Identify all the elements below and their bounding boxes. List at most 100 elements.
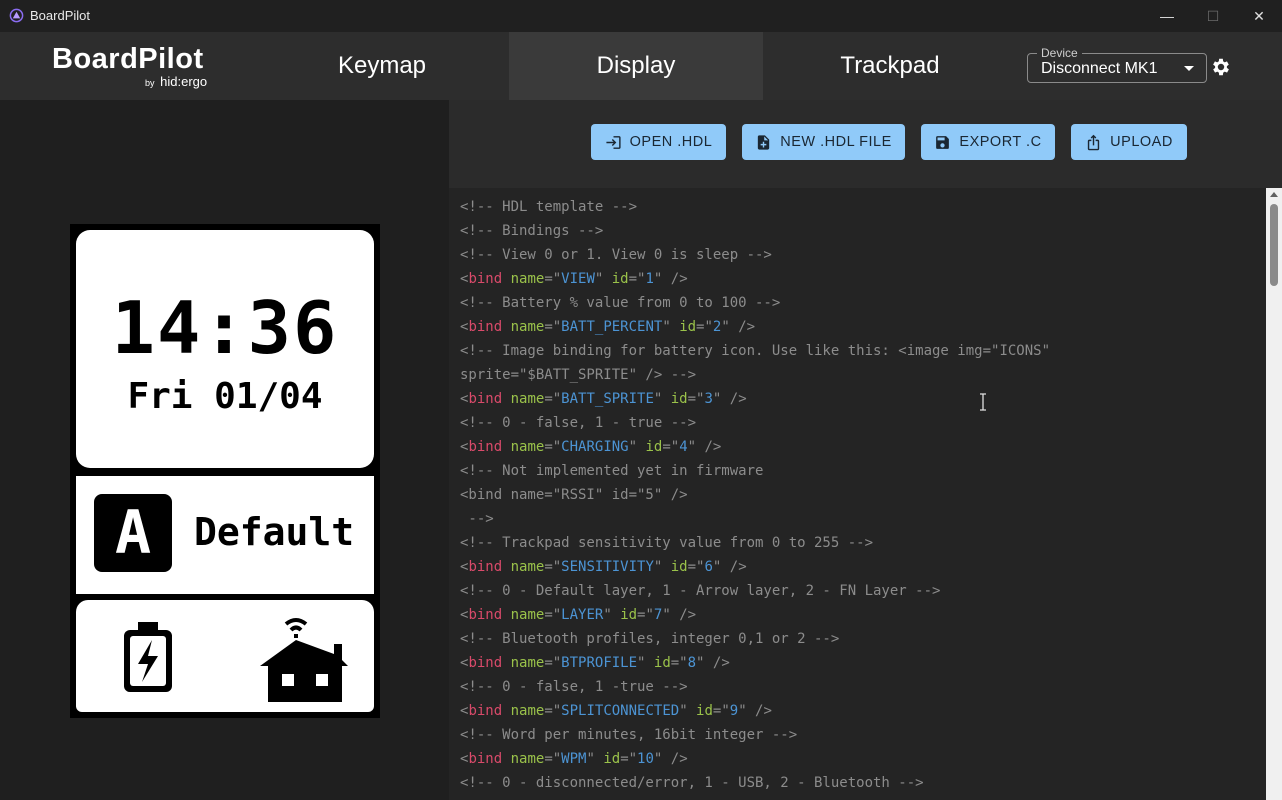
code-token: =": [544, 559, 562, 575]
code-token: " />: [662, 607, 697, 623]
close-button[interactable]: ✕: [1236, 0, 1282, 32]
brand-logo: BoardPilot by hid:ergo: [52, 43, 207, 89]
code-token: bind: [468, 319, 503, 335]
code-token: id: [696, 703, 713, 719]
code-line[interactable]: sprite="$BATT_SPRITE" /> -->: [460, 363, 1050, 387]
code-token: 8: [687, 655, 697, 671]
code-line[interactable]: <bind name="BTPROFILE" id="8" />: [460, 651, 1050, 675]
code-line[interactable]: <bind name="VIEW" id="1" />: [460, 267, 1050, 291]
code-line[interactable]: <bind name="WPM" id="10" />: [460, 747, 1050, 771]
editor-scrollbar[interactable]: [1266, 188, 1282, 800]
minimize-button[interactable]: —: [1144, 0, 1190, 32]
code-token: -->: [460, 511, 494, 527]
code-line[interactable]: <!-- HDL template -->: [460, 195, 1050, 219]
text-cursor-icon: [980, 393, 986, 411]
status-panel: [76, 600, 374, 712]
code-token: =": [544, 655, 562, 671]
scrollbar-thumb[interactable]: [1270, 204, 1278, 286]
code-token: bind: [468, 607, 503, 623]
code-token: name: [510, 319, 545, 335]
code-line[interactable]: <!-- Image binding for battery icon. Use…: [460, 339, 1050, 363]
code-line[interactable]: <bind name="BATT_SPRITE" id="3" />: [460, 387, 1050, 411]
code-token: ": [653, 391, 671, 407]
code-line[interactable]: <!-- Trackpad sensitivity value from 0 t…: [460, 531, 1050, 555]
save-icon: [936, 135, 950, 149]
code-token: <!-- Image binding for battery icon. Use…: [460, 343, 1051, 359]
brand-name: BoardPilot: [52, 43, 204, 75]
code-token: =": [544, 319, 562, 335]
tab-keymap[interactable]: Keymap: [255, 32, 509, 100]
code-editor[interactable]: <!-- HDL template --> <!-- Bindings --> <!…: [449, 188, 1266, 800]
tab-trackpad[interactable]: Trackpad: [763, 32, 1017, 100]
code-token: name: [510, 559, 545, 575]
code-token: ": [653, 559, 671, 575]
display-preview-pane: 14:36 Fri 01/04 A Default: [0, 100, 449, 800]
code-line[interactable]: <!-- 0 - Default layer, 1 - Arrow layer,…: [460, 579, 1050, 603]
code-token: =": [670, 655, 688, 671]
code-line[interactable]: <bind name="SENSITIVITY" id="6" />: [460, 555, 1050, 579]
code-token: ": [603, 607, 621, 623]
code-line[interactable]: <!-- 0 - false, 1 -true -->: [460, 675, 1050, 699]
code-token: " />: [712, 559, 747, 575]
export-c-button[interactable]: EXPORT .C: [921, 124, 1055, 160]
code-token: bind: [468, 703, 503, 719]
code-line[interactable]: <bind name="LAYER" id="7" />: [460, 603, 1050, 627]
code-token: BATT_PERCENT: [561, 319, 663, 335]
code-token: BATT_SPRITE: [561, 391, 654, 407]
code-line[interactable]: <!-- Battery % value from 0 to 100 -->: [460, 291, 1050, 315]
code-token: " />: [696, 655, 730, 671]
code-token: <!-- Word per minutes, 16bit integer -->: [460, 727, 798, 743]
maximize-button[interactable]: ☐: [1190, 0, 1236, 32]
code-token: LAYER: [561, 607, 604, 623]
code-line[interactable]: <!-- Word per minutes, 16bit integer -->: [460, 723, 1050, 747]
code-token: SPLITCONNECTED: [561, 703, 680, 719]
open-hdl-label: OPEN .HDL: [629, 134, 713, 150]
code-token: <!-- Bluetooth profiles, integer 0,1 or …: [460, 631, 840, 647]
code-token: <bind name="RSSI" id="5" />: [460, 487, 688, 503]
device-select[interactable]: Device Disconnect MK1: [1027, 46, 1207, 83]
device-label: Device: [1037, 46, 1082, 60]
code-line[interactable]: <bind name="BATT_PERCENT" id="2" />: [460, 315, 1050, 339]
battery-charging-icon: [124, 622, 172, 692]
upload-button[interactable]: UPLOAD: [1071, 124, 1187, 160]
code-token: id: [670, 559, 688, 575]
window-title: BoardPilot: [30, 8, 90, 23]
code-token: 10: [637, 751, 654, 767]
code-line[interactable]: <!-- Bindings -->: [460, 219, 1050, 243]
code-line[interactable]: <!-- 0 - disconnected/error, 1 - USB, 2 …: [460, 771, 1050, 795]
open-hdl-button[interactable]: OPEN .HDL: [591, 124, 726, 160]
app-logo-icon: [9, 8, 24, 23]
tab-display[interactable]: Display: [509, 32, 763, 100]
code-token: =": [544, 271, 562, 287]
code-token: CHARGING: [561, 439, 629, 455]
code-token: id: [620, 607, 638, 623]
hdl-editor-pane: OPEN .HDL NEW .HDL FILE EXPORT .C UPLOAD…: [449, 100, 1282, 800]
layer-panel: A Default: [76, 476, 374, 594]
code-token: ": [586, 751, 604, 767]
code-token: =": [544, 391, 562, 407]
code-token: name: [510, 751, 545, 767]
code-token: 3: [704, 391, 713, 407]
new-hdl-file-button[interactable]: NEW .HDL FILE: [742, 124, 905, 160]
code-token: id: [645, 439, 663, 455]
code-line[interactable]: <bind name="RSSI" id="5" />: [460, 483, 1050, 507]
window-titlebar: BoardPilot — ☐ ✕: [0, 0, 1282, 32]
gear-icon[interactable]: [1210, 56, 1232, 78]
code-token: SENSITIVITY: [561, 559, 654, 575]
code-content[interactable]: <!-- HDL template --> <!-- Bindings --> <!…: [460, 195, 1050, 795]
code-token: " />: [653, 751, 688, 767]
device-value: Disconnect MK1: [1041, 60, 1158, 77]
code-line[interactable]: -->: [460, 507, 1050, 531]
code-line[interactable]: <!-- Not implemented yet in firmware: [460, 459, 1050, 483]
scroll-up-arrow-icon[interactable]: [1270, 192, 1278, 197]
app-header: BoardPilot by hid:ergo Keymap Display Tr…: [0, 32, 1282, 100]
chevron-down-icon: [1184, 66, 1194, 71]
code-line[interactable]: <bind name="CHARGING" id="4" />: [460, 435, 1050, 459]
code-line[interactable]: <bind name="SPLITCONNECTED" id="9" />: [460, 699, 1050, 723]
code-line[interactable]: <!-- 0 - false, 1 - true -->: [460, 411, 1050, 435]
code-line[interactable]: <!-- Bluetooth profiles, integer 0,1 or …: [460, 627, 1050, 651]
oled-preview: 14:36 Fri 01/04 A Default: [70, 224, 380, 718]
code-line[interactable]: <!-- View 0 or 1. View 0 is sleep -->: [460, 243, 1050, 267]
